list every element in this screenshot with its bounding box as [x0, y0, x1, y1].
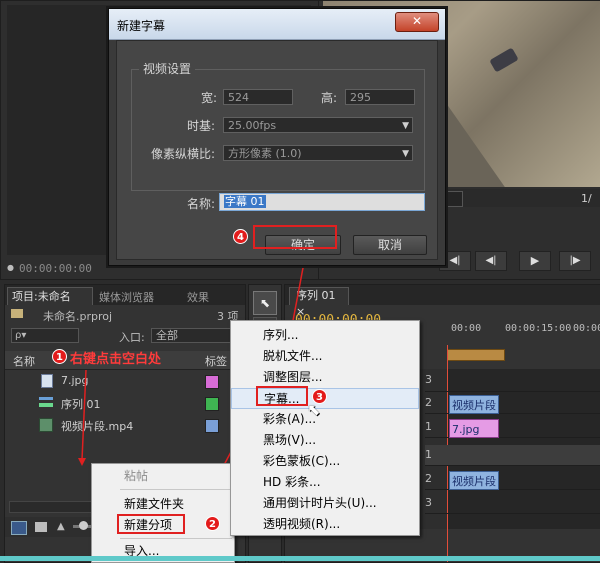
dialog-title: 新建字幕: [117, 19, 166, 33]
context-menu-project: 粘帖 新建文件夹 新建分项 导入...: [91, 463, 235, 563]
close-button[interactable]: ✕: [395, 12, 439, 32]
name-label: 名称:: [187, 197, 216, 211]
menu-item-bars-tone[interactable]: 彩条(A)...: [231, 409, 419, 430]
height-field[interactable]: 295: [345, 89, 415, 105]
chevron-down-icon: ▼: [402, 149, 409, 159]
highlight-title: [256, 386, 308, 406]
aspect-value: 方形像素 (1.0): [228, 147, 302, 160]
height-label: 高:: [321, 91, 338, 105]
menu-item-hd-bars[interactable]: HD 彩条...: [231, 472, 419, 493]
step-badge-4: 4: [233, 229, 248, 244]
width-field[interactable]: 524: [223, 89, 293, 105]
menu-item-sequence[interactable]: 序列...: [231, 325, 419, 346]
highlight-ok: [253, 225, 337, 249]
step-badge-2: 2: [205, 516, 220, 531]
mouse-cursor-icon: ⬉: [307, 400, 321, 419]
menu-item-adjustment-layer[interactable]: 调整图层...: [231, 367, 419, 388]
aspect-select[interactable]: 方形像素 (1.0) ▼: [223, 145, 413, 161]
timebase-label: 时基:: [187, 119, 216, 133]
menu-item-black-video[interactable]: 黑场(V)...: [231, 430, 419, 451]
dialog-titlebar: 新建字幕 ✕: [109, 9, 445, 40]
width-value: 524: [228, 91, 249, 104]
group-title: 视频设置: [139, 60, 196, 77]
name-value: 字幕 01: [224, 195, 266, 208]
context-menu-new-item: 序列... 脱机文件... 调整图层... 字幕... 彩条(A)... 黑场(…: [230, 320, 420, 536]
aspect-label: 像素纵横比:: [151, 147, 216, 161]
height-value: 295: [350, 91, 371, 104]
menu-item-transparent-video[interactable]: 透明视频(R)...: [231, 514, 419, 535]
bottom-strip: [0, 556, 600, 561]
menu-item-paste[interactable]: 粘帖: [92, 466, 234, 487]
menu-separator: [120, 538, 232, 539]
menu-item-offline-file[interactable]: 脱机文件...: [231, 346, 419, 367]
menu-item-color-matte[interactable]: 彩色蒙板(C)...: [231, 451, 419, 472]
menu-separator: [120, 489, 232, 490]
timebase-select[interactable]: 25.00fps ▼: [223, 117, 413, 133]
width-label: 宽:: [201, 91, 218, 105]
chevron-down-icon: ▼: [402, 121, 409, 131]
name-field[interactable]: 字幕 01: [219, 193, 425, 211]
highlight-new-item: [117, 514, 185, 534]
menu-item-new-folder[interactable]: 新建文件夹: [92, 494, 234, 515]
timebase-value: 25.00fps: [228, 119, 277, 132]
menu-item-countdown-leader[interactable]: 通用倒计时片头(U)...: [231, 493, 419, 514]
cancel-button[interactable]: 取消: [353, 235, 427, 255]
